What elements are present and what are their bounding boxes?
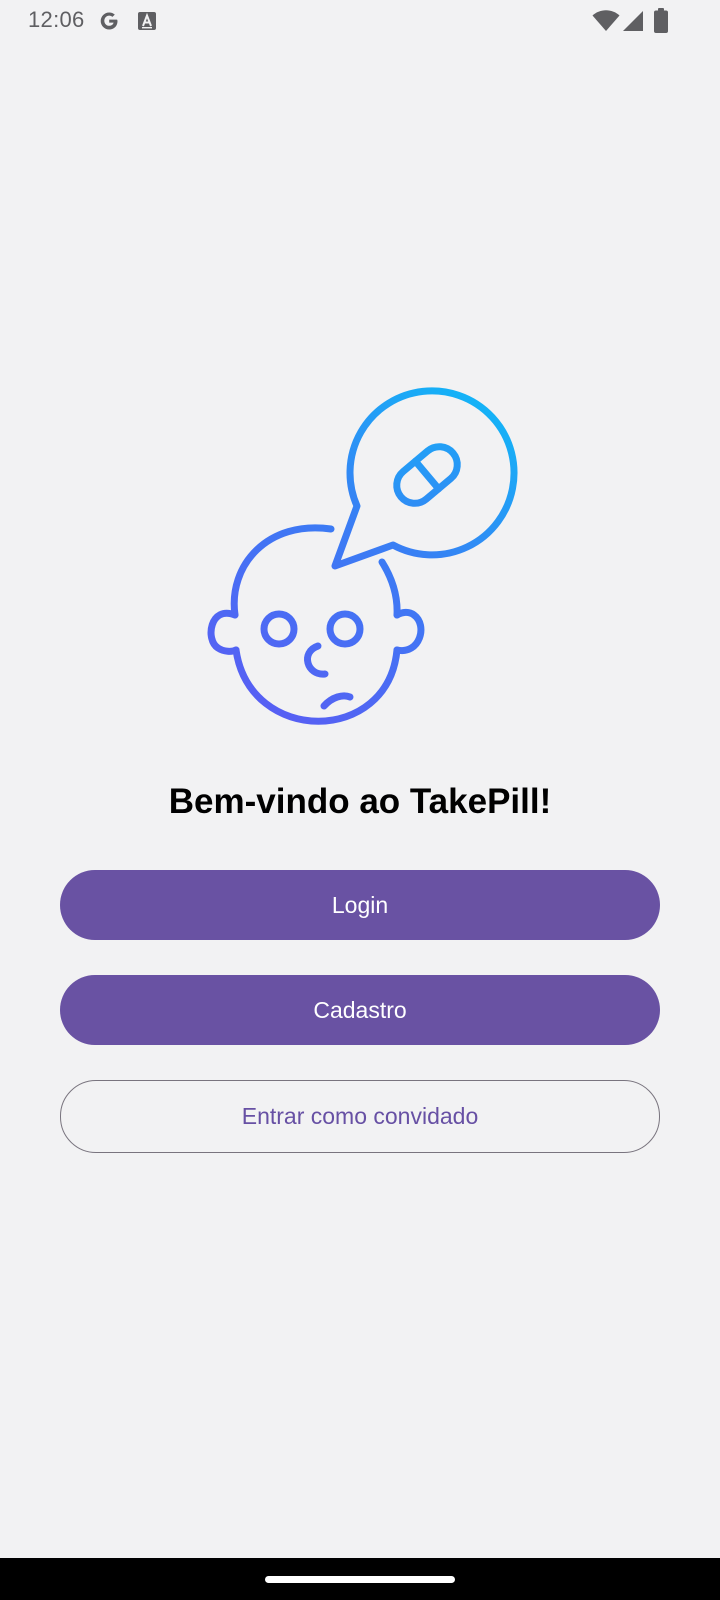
welcome-title: Bem-vindo ao TakePill! [168, 782, 552, 821]
wifi-icon [592, 10, 620, 31]
gesture-handle[interactable] [265, 1576, 455, 1583]
signup-button[interactable]: Cadastro [60, 975, 660, 1045]
login-button[interactable]: Login [60, 870, 660, 940]
status-time: 12:06 [28, 7, 85, 32]
guest-login-button[interactable]: Entrar como convidado [60, 1080, 660, 1153]
accessibility-text-icon [138, 12, 156, 30]
google-icon [100, 12, 118, 30]
baby-thinking-pill-icon [207, 387, 518, 725]
status-bar: 12:06 [0, 0, 720, 42]
battery-icon [654, 8, 668, 33]
navigation-bar [0, 1558, 720, 1600]
cellular-signal-icon [623, 11, 643, 31]
